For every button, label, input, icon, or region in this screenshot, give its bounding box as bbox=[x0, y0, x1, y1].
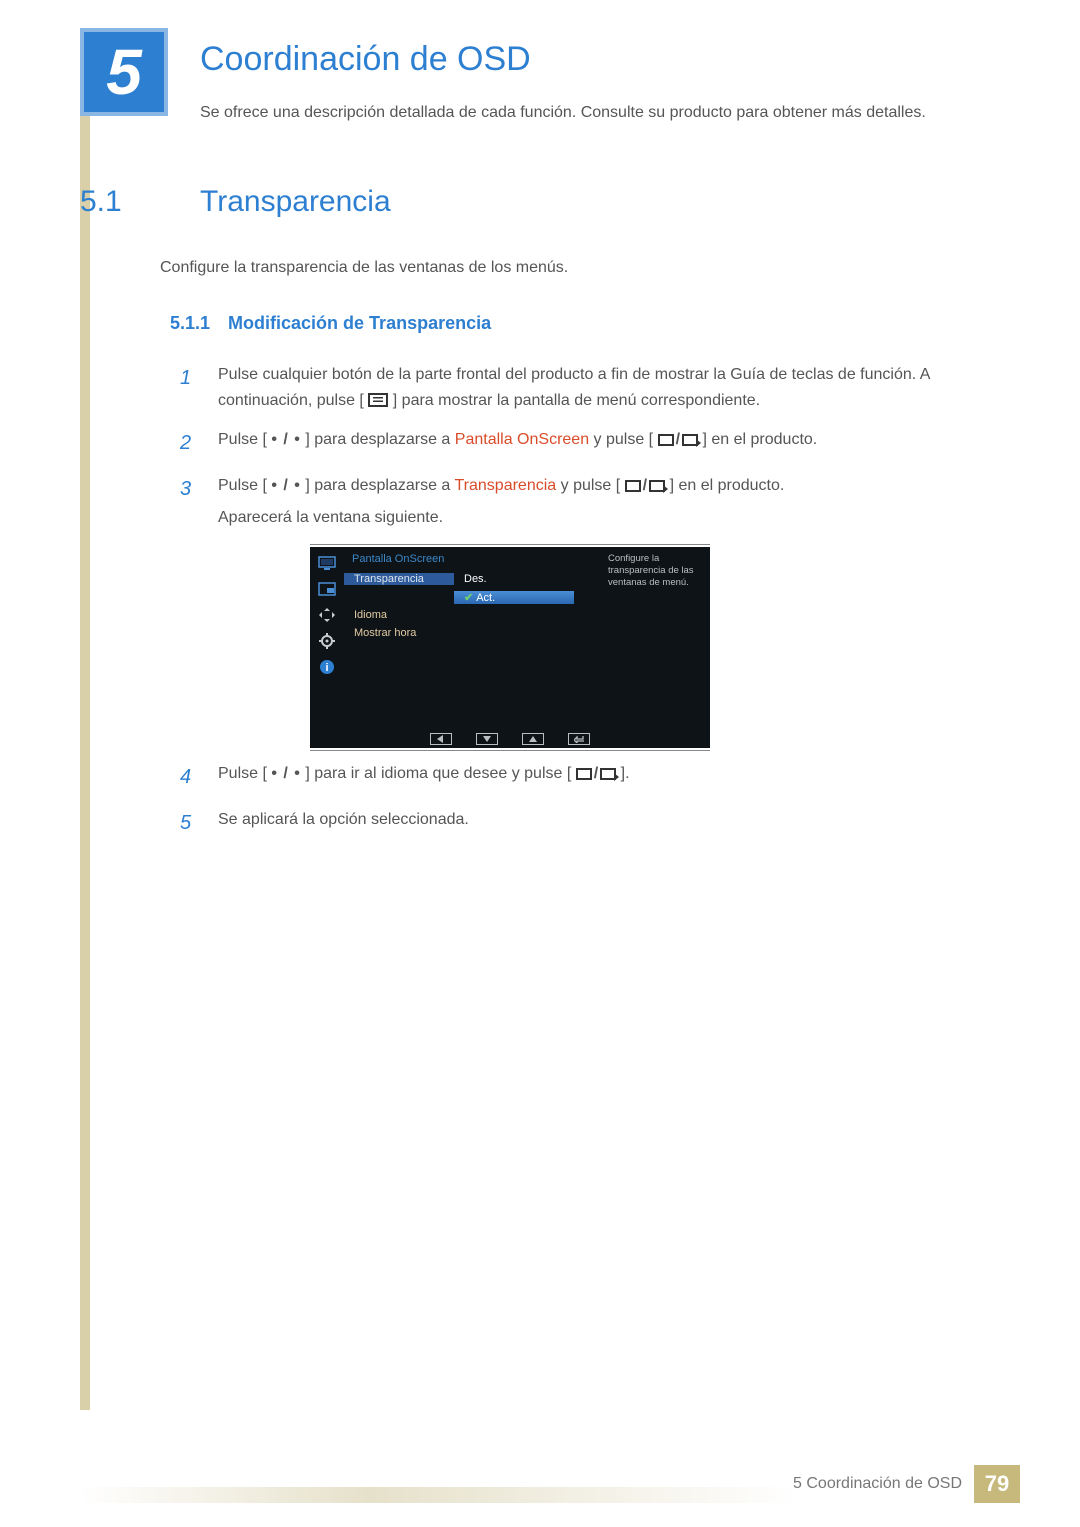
step-4: 4 Pulse [ • / • ] para ir al idioma que … bbox=[180, 761, 1000, 793]
text-fragment: y pulse [ bbox=[556, 477, 620, 494]
osd-item-label: Mostrar hora bbox=[344, 627, 454, 639]
osd-option-act-selected: ✔Act. bbox=[454, 591, 574, 604]
step-text: Pulse cualquier botón de la parte fronta… bbox=[218, 362, 1000, 413]
gear-icon bbox=[317, 633, 337, 649]
osd-option-des: Des. bbox=[454, 573, 574, 585]
osd-screenshot: i Pantalla OnScreen Transparencia Des. ✔… bbox=[310, 544, 710, 751]
subsection-title: Modificación de Transparencia bbox=[228, 313, 491, 334]
highlight-text: Pantalla OnScreen bbox=[455, 431, 589, 448]
step-text: Se aplicará la opción seleccionada. bbox=[218, 807, 469, 839]
text-fragment: Pulse [ bbox=[218, 431, 271, 448]
text-fragment: ]. bbox=[621, 765, 630, 782]
footer-page-number: 79 bbox=[974, 1465, 1020, 1503]
section-title: Transparencia bbox=[200, 185, 391, 219]
step-text: Pulse [ • / • ] para desplazarse a Trans… bbox=[218, 473, 784, 530]
osd-item-label: Idioma bbox=[344, 609, 454, 621]
info-icon: i bbox=[317, 659, 337, 675]
osd-item-label: Transparencia bbox=[344, 573, 454, 585]
pip-icon bbox=[317, 581, 337, 597]
section-number: 5.1 bbox=[80, 185, 170, 219]
step-number: 1 bbox=[180, 362, 200, 413]
text-fragment: Pulse [ bbox=[218, 477, 271, 494]
footer-chapter-text: 5 Coordinación de OSD bbox=[793, 1475, 962, 1493]
step-text: Pulse [ • / • ] para desplazarse a Panta… bbox=[218, 427, 817, 459]
text-fragment: Pulse [ bbox=[218, 765, 271, 782]
subsection-number: 5.1.1 bbox=[170, 313, 210, 334]
step-1: 1 Pulse cualquier botón de la parte fron… bbox=[180, 362, 1000, 413]
chapter-number-badge: 5 bbox=[80, 28, 168, 116]
nav-dots-icon: • / • bbox=[271, 477, 301, 494]
text-fragment: y pulse [ bbox=[589, 431, 653, 448]
text-fragment: ] para desplazarse a bbox=[301, 431, 455, 448]
select-enter-icon: / bbox=[625, 473, 665, 499]
osd-btn-down-icon bbox=[476, 733, 498, 745]
nav-dots-icon: • / • bbox=[271, 765, 301, 782]
monitor-icon bbox=[317, 555, 337, 571]
step-aftertext: Aparecerá la ventana siguiente. bbox=[218, 505, 784, 531]
step-number: 3 bbox=[180, 473, 200, 530]
text-fragment: ] para mostrar la pantalla de menú corre… bbox=[393, 392, 760, 409]
step-3: 3 Pulse [ • / • ] para desplazarse a Tra… bbox=[180, 473, 1000, 530]
osd-btn-up-icon bbox=[522, 733, 544, 745]
osd-btn-left-icon bbox=[430, 733, 452, 745]
arrows-icon bbox=[317, 607, 337, 623]
nav-dots-icon: • / • bbox=[271, 431, 301, 448]
step-2: 2 Pulse [ • / • ] para desplazarse a Pan… bbox=[180, 427, 1000, 459]
chapter-description: Se ofrece una descripción detallada de c… bbox=[200, 101, 1000, 125]
osd-btn-enter-icon bbox=[568, 733, 590, 745]
step-number: 2 bbox=[180, 427, 200, 459]
select-enter-icon: / bbox=[576, 761, 616, 787]
osd-footer-buttons bbox=[310, 730, 710, 748]
footer-gradient bbox=[80, 1487, 800, 1503]
svg-text:i: i bbox=[325, 662, 328, 674]
osd-row-mostrar-hora: Mostrar hora bbox=[344, 624, 710, 642]
osd-row-idioma: Idioma bbox=[344, 606, 710, 624]
text-fragment: ] en el producto. bbox=[702, 431, 817, 448]
check-icon: ✔ bbox=[464, 592, 476, 604]
menu-icon bbox=[368, 393, 388, 407]
side-accent-bar bbox=[80, 40, 90, 1410]
step-5: 5 Se aplicará la opción seleccionada. bbox=[180, 807, 1000, 839]
chapter-number: 5 bbox=[106, 35, 142, 109]
step-number: 4 bbox=[180, 761, 200, 793]
chapter-title: Coordinación de OSD bbox=[200, 40, 1000, 79]
highlight-text: Transparencia bbox=[454, 477, 556, 494]
section-description: Configure la transparencia de las ventan… bbox=[160, 259, 1000, 277]
osd-row-act: ✔Act. bbox=[344, 588, 710, 606]
step-text: Pulse [ • / • ] para ir al idioma que de… bbox=[218, 761, 630, 793]
osd-side-icons: i bbox=[310, 547, 344, 730]
text-fragment: ] para desplazarse a bbox=[301, 477, 455, 494]
text-fragment: ] para ir al idioma que desee y pulse [ bbox=[301, 765, 571, 782]
step-number: 5 bbox=[180, 807, 200, 839]
osd-option-label: Act. bbox=[476, 592, 495, 604]
text-fragment: ] en el producto. bbox=[670, 477, 785, 494]
osd-help-text: Configure la transparencia de las ventan… bbox=[608, 553, 704, 589]
select-enter-icon: / bbox=[658, 427, 698, 453]
